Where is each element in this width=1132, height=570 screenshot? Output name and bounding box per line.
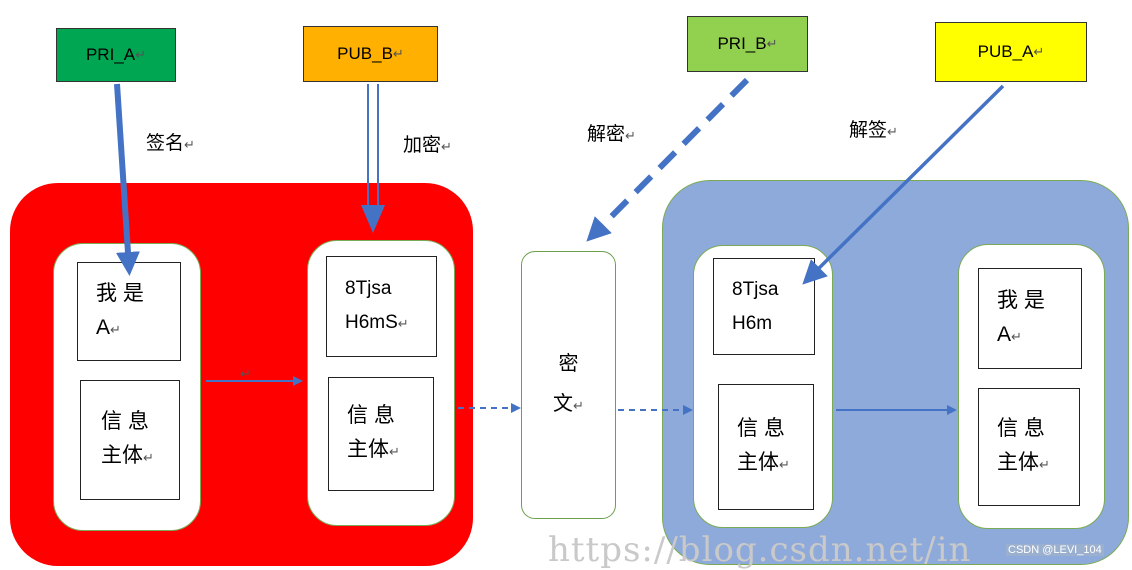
sign-arrow bbox=[114, 83, 140, 276]
credit-label: CSDN @LEVI_104 bbox=[1006, 544, 1104, 556]
watermark: https://blog.csdn.net/in bbox=[548, 530, 972, 570]
flow-arrows bbox=[114, 77, 1005, 415]
encrypt-arrow-head bbox=[361, 205, 385, 233]
verify-arrow bbox=[802, 84, 1005, 285]
arrow-return-mark: ↵ bbox=[240, 366, 251, 381]
decrypt-arrow bbox=[586, 77, 750, 242]
